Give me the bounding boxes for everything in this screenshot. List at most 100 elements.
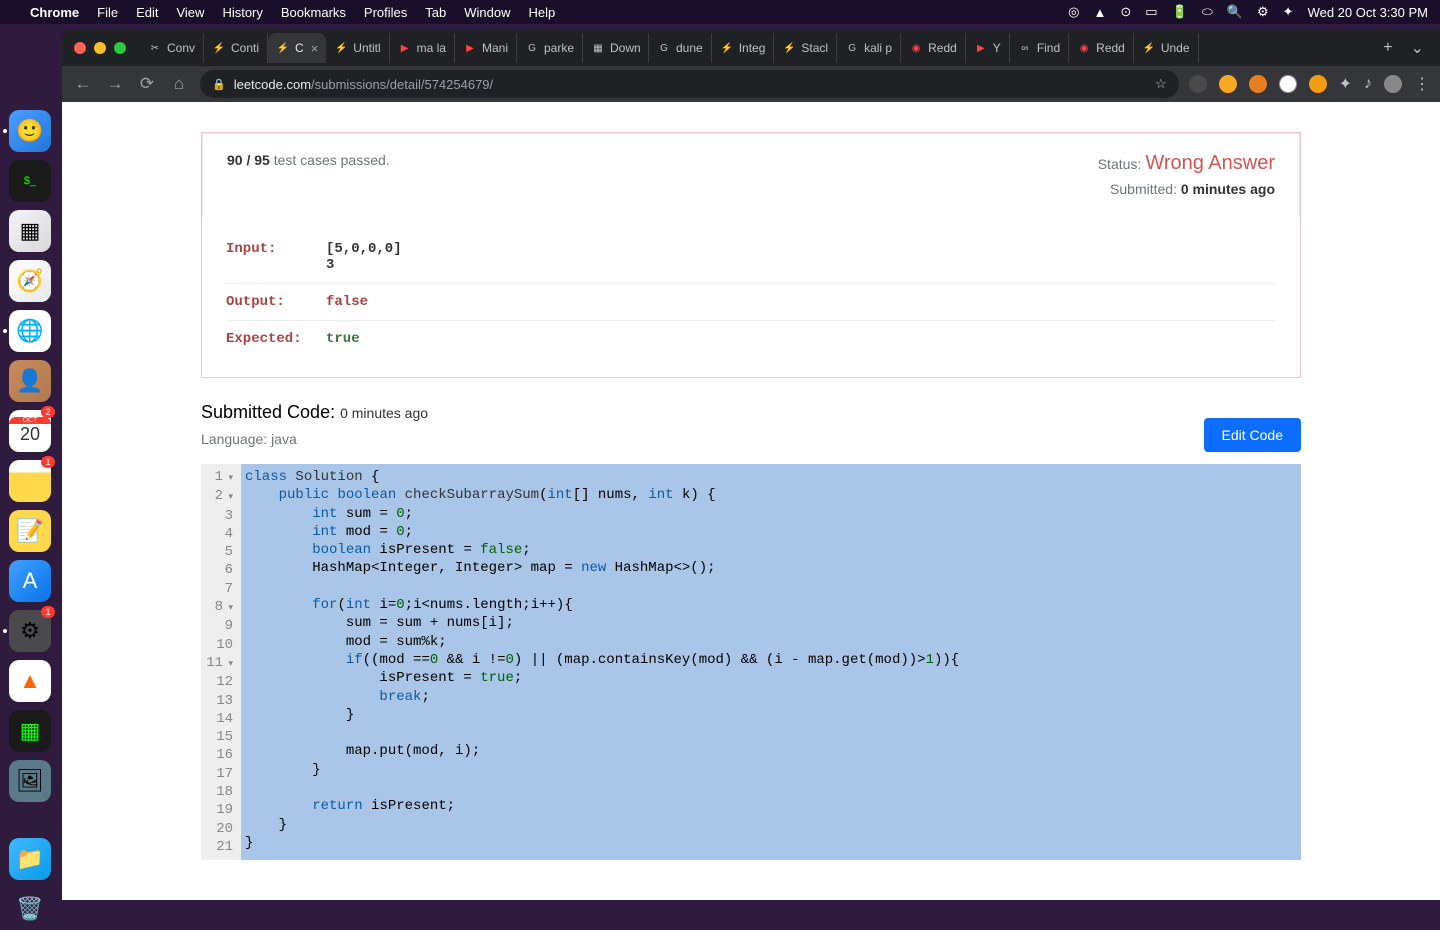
maximize-window-icon[interactable] bbox=[114, 42, 126, 54]
ext-icon[interactable] bbox=[1219, 75, 1237, 93]
tab-overflow-icon[interactable]: ⌄ bbox=[1403, 38, 1432, 58]
dock-chrome[interactable]: 🌐 bbox=[9, 310, 51, 352]
browser-tab[interactable]: ⚡Conti bbox=[204, 33, 268, 63]
tab-label: kali p bbox=[864, 41, 892, 55]
menu-history[interactable]: History bbox=[222, 5, 262, 20]
browser-tab[interactable]: ▶ma la bbox=[390, 33, 455, 63]
tab-favicon: G bbox=[525, 41, 539, 55]
dock-app[interactable]: ▦ bbox=[9, 710, 51, 752]
browser-tab[interactable]: Gparke bbox=[517, 33, 583, 63]
browser-tab[interactable]: ⚡C× bbox=[268, 33, 326, 63]
minimize-window-icon[interactable] bbox=[94, 42, 106, 54]
status-icon[interactable]: ▲ bbox=[1093, 5, 1106, 20]
dock-safari[interactable]: 🧭 bbox=[9, 260, 51, 302]
window-controls[interactable] bbox=[74, 42, 126, 54]
forward-button[interactable]: → bbox=[104, 74, 126, 94]
browser-tab[interactable]: Gkali p bbox=[837, 33, 901, 63]
close-window-icon[interactable] bbox=[74, 42, 86, 54]
browser-tab[interactable]: ⚡Stacl bbox=[774, 33, 837, 63]
tab-label: parke bbox=[544, 41, 574, 55]
status-icon[interactable]: ⊙ bbox=[1120, 4, 1131, 20]
browser-tab[interactable]: ▶Mani bbox=[455, 33, 517, 63]
menu-bookmarks[interactable]: Bookmarks bbox=[281, 5, 346, 20]
browser-tab[interactable]: ⚡ Untitl bbox=[326, 33, 389, 63]
tab-label: Integ bbox=[739, 41, 766, 55]
dock-calendar[interactable]: OCT 20 2 bbox=[9, 410, 51, 452]
profile-icon[interactable] bbox=[1384, 75, 1402, 93]
page-content: 90 / 95 test cases passed. Status:Wrong … bbox=[62, 102, 1440, 900]
dock-downloads[interactable]: 📁 bbox=[9, 838, 51, 880]
address-bar: ← → ⟳ ⌂ 🔒 leetcode.com/submissions/detai… bbox=[62, 66, 1440, 102]
status-icon[interactable]: ◎ bbox=[1068, 4, 1079, 20]
control-center-icon[interactable]: ⚙ bbox=[1257, 4, 1269, 20]
menu-view[interactable]: View bbox=[176, 5, 204, 20]
browser-tab[interactable]: ▦Down bbox=[583, 33, 649, 63]
battery-icon[interactable]: 🔋 bbox=[1172, 4, 1188, 20]
edit-code-button[interactable]: Edit Code bbox=[1204, 418, 1301, 452]
dock-reminders[interactable]: 1 bbox=[9, 460, 51, 502]
menu-profiles[interactable]: Profiles bbox=[364, 5, 407, 20]
url-text: leetcode.com/submissions/detail/57425467… bbox=[234, 77, 493, 92]
search-icon[interactable]: 🔍 bbox=[1227, 4, 1243, 20]
chrome-window: ✂Conv⚡Conti⚡C×⚡Untitl▶ma la▶ManiGparke▦D… bbox=[62, 30, 1440, 900]
dock-notes[interactable]: 📝 bbox=[9, 510, 51, 552]
tab-favicon: ⚡ bbox=[334, 41, 348, 55]
browser-tab[interactable]: ▶Y bbox=[966, 33, 1010, 63]
dock-launchpad[interactable]: ▦ bbox=[9, 210, 51, 252]
url-input[interactable]: 🔒 leetcode.com/submissions/detail/574254… bbox=[200, 70, 1179, 98]
clock[interactable]: Wed 20 Oct 3:30 PM bbox=[1308, 5, 1428, 20]
input-row: Input: [5,0,0,0] 3 bbox=[226, 231, 1276, 284]
reload-button[interactable]: ⟳ bbox=[136, 74, 158, 94]
dock-trash[interactable]: 🗑️ bbox=[9, 888, 51, 930]
ext-icon[interactable] bbox=[1249, 75, 1267, 93]
lock-icon: 🔒 bbox=[212, 78, 226, 91]
wifi-icon[interactable]: ⬭ bbox=[1202, 4, 1213, 20]
browser-tab[interactable]: ✂Conv bbox=[140, 33, 204, 63]
extensions-icon[interactable]: ✦ bbox=[1339, 74, 1352, 94]
browser-tab[interactable]: ⚡ Unde bbox=[1134, 33, 1199, 63]
new-tab-button[interactable]: + bbox=[1373, 39, 1402, 57]
dock-preview[interactable]: 🖼 bbox=[9, 760, 51, 802]
ext-icon[interactable] bbox=[1309, 75, 1327, 93]
tab-label: dune bbox=[676, 41, 703, 55]
back-button[interactable]: ← bbox=[72, 74, 94, 94]
status-icon[interactable]: ▭ bbox=[1145, 4, 1157, 20]
ext-icon[interactable] bbox=[1189, 75, 1207, 93]
dock-appstore[interactable]: A bbox=[9, 560, 51, 602]
tab-favicon: ⚡ bbox=[212, 41, 226, 55]
ext-icon[interactable] bbox=[1279, 75, 1297, 93]
tab-label: Untitl bbox=[353, 41, 380, 55]
menu-file[interactable]: File bbox=[97, 5, 118, 20]
submitted-code-title: Submitted Code: 0 minutes ago bbox=[201, 402, 428, 423]
menu-edit[interactable]: Edit bbox=[136, 5, 158, 20]
siri-icon[interactable]: ✦ bbox=[1283, 4, 1294, 20]
tab-label: Redd bbox=[928, 41, 957, 55]
dock-vlc[interactable]: ▲ bbox=[9, 660, 51, 702]
app-name[interactable]: Chrome bbox=[30, 5, 79, 20]
tab-label: Down bbox=[610, 41, 641, 55]
tab-favicon: ◉ bbox=[1077, 41, 1091, 55]
home-button[interactable]: ⌂ bbox=[168, 74, 190, 94]
menu-tab[interactable]: Tab bbox=[425, 5, 446, 20]
dock-finder[interactable]: 🙂 bbox=[9, 110, 51, 152]
tab-label: Redd bbox=[1096, 41, 1125, 55]
tab-close-icon[interactable]: × bbox=[311, 41, 319, 56]
star-icon[interactable]: ☆ bbox=[1155, 76, 1167, 92]
menu-help[interactable]: Help bbox=[529, 5, 556, 20]
browser-tab[interactable]: ∞Find bbox=[1010, 33, 1069, 63]
code-editor[interactable]: 123456789101112131415161718192021 class … bbox=[201, 464, 1301, 860]
menu-window[interactable]: Window bbox=[464, 5, 510, 20]
kebab-menu-icon[interactable]: ⋮ bbox=[1414, 74, 1430, 94]
browser-tab[interactable]: ◉Redd bbox=[901, 33, 966, 63]
dock-contacts[interactable]: 👤 bbox=[9, 360, 51, 402]
tab-favicon: G bbox=[657, 41, 671, 55]
dock-settings[interactable]: ⚙1 bbox=[9, 610, 51, 652]
dock-terminal[interactable]: $_ bbox=[9, 160, 51, 202]
browser-tab[interactable]: ◉ Redd bbox=[1069, 33, 1134, 63]
tab-label: Unde bbox=[1161, 41, 1190, 55]
tab-favicon: ⚡ bbox=[1142, 41, 1156, 55]
media-icon[interactable]: ♪ bbox=[1364, 75, 1372, 93]
macos-menubar: Chrome File Edit View History Bookmarks … bbox=[0, 0, 1440, 24]
browser-tab[interactable]: Gdune bbox=[649, 33, 712, 63]
browser-tab[interactable]: ⚡Integ bbox=[712, 33, 775, 63]
